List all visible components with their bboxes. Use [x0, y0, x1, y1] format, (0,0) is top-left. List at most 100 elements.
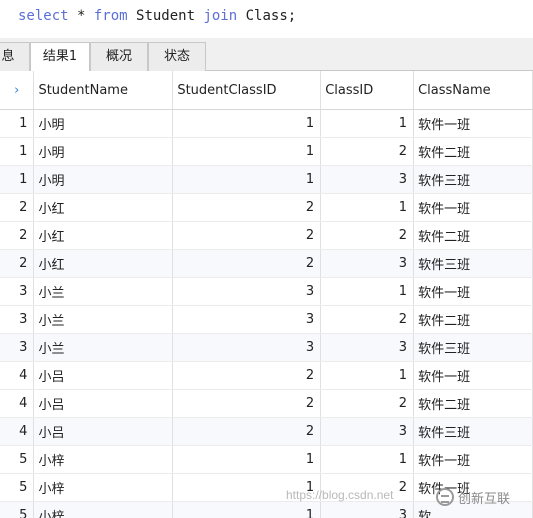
- tab-result-1[interactable]: 结果1: [30, 42, 90, 72]
- cell-classid[interactable]: 3: [320, 165, 415, 194]
- cell-classname[interactable]: 软件一班: [413, 361, 533, 390]
- tab-info[interactable]: 息: [0, 42, 30, 71]
- cell-classid[interactable]: 3: [320, 501, 415, 518]
- cell-studentclassid[interactable]: 1: [172, 445, 322, 474]
- cell-id[interactable]: 1: [0, 109, 35, 138]
- table-row[interactable]: 4 小吕 2 2 软件二班: [0, 389, 533, 418]
- cell-studentname[interactable]: 小明: [33, 137, 174, 166]
- table-row[interactable]: 1 小明 1 2 软件二班: [0, 137, 533, 166]
- table-row[interactable]: 3 小兰 3 3 软件三班: [0, 333, 533, 362]
- cell-classid[interactable]: 2: [320, 221, 415, 250]
- cell-studentclassid[interactable]: 3: [172, 333, 322, 362]
- cell-studentclassid[interactable]: 3: [172, 305, 322, 334]
- cell-studentclassid[interactable]: 2: [172, 417, 322, 446]
- cell-studentclassid[interactable]: 1: [172, 501, 322, 518]
- cell-id[interactable]: 3: [0, 277, 35, 306]
- cell-id[interactable]: 5: [0, 445, 35, 474]
- sort-indicator-icon: ›: [14, 82, 20, 98]
- cell-classname[interactable]: 软件一班: [413, 193, 533, 222]
- table-row[interactable]: 1 小明 1 3 软件三班: [0, 165, 533, 194]
- cell-classid[interactable]: 3: [320, 333, 415, 362]
- query-table-student: Student: [127, 8, 204, 24]
- cell-studentname[interactable]: 小梓: [33, 473, 174, 502]
- sql-query-editor[interactable]: select * from Student join Class;: [0, 0, 533, 38]
- cell-id[interactable]: 1: [0, 137, 35, 166]
- cell-classid[interactable]: 3: [320, 417, 415, 446]
- cell-classname[interactable]: 软件三班: [413, 333, 533, 362]
- header-row: › StudentName StudentClassID ClassID Cla…: [0, 71, 533, 110]
- cell-classid[interactable]: 1: [320, 445, 415, 474]
- cell-classid[interactable]: 1: [320, 277, 415, 306]
- cell-classname[interactable]: 软件一班: [413, 109, 533, 138]
- cell-classid[interactable]: 1: [320, 361, 415, 390]
- cell-classid[interactable]: 1: [320, 193, 415, 222]
- tab-status[interactable]: 状态: [148, 42, 206, 71]
- cell-studentname[interactable]: 小兰: [33, 333, 174, 362]
- cell-id[interactable]: 2: [0, 193, 35, 222]
- cell-id[interactable]: 4: [0, 417, 35, 446]
- cell-id[interactable]: 3: [0, 305, 35, 334]
- table-row[interactable]: 2 小红 2 2 软件二班: [0, 221, 533, 250]
- cell-studentname[interactable]: 小梓: [33, 501, 174, 518]
- result-grid[interactable]: › StudentName StudentClassID ClassID Cla…: [0, 71, 533, 518]
- cell-studentname[interactable]: 小吕: [33, 417, 174, 446]
- cell-classid[interactable]: 2: [320, 137, 415, 166]
- cell-studentclassid[interactable]: 2: [172, 221, 322, 250]
- cell-id[interactable]: 2: [0, 249, 35, 278]
- cell-classname[interactable]: 软件一班: [413, 277, 533, 306]
- cell-id[interactable]: 2: [0, 221, 35, 250]
- header-studentname[interactable]: StudentName: [33, 71, 174, 110]
- cell-studentclassid[interactable]: 3: [172, 277, 322, 306]
- header-studentclassid[interactable]: StudentClassID: [172, 71, 322, 110]
- cell-classname[interactable]: 软件二班: [413, 389, 533, 418]
- cell-id[interactable]: 4: [0, 361, 35, 390]
- table-row[interactable]: 5 小梓 1 1 软件一班: [0, 445, 533, 474]
- header-classid[interactable]: ClassID: [320, 71, 415, 110]
- cell-classname[interactable]: 软件二班: [413, 305, 533, 334]
- table-row[interactable]: 2 小红 2 3 软件三班: [0, 249, 533, 278]
- table-row[interactable]: 3 小兰 3 2 软件二班: [0, 305, 533, 334]
- cell-studentname[interactable]: 小兰: [33, 305, 174, 334]
- cell-studentname[interactable]: 小明: [33, 165, 174, 194]
- cell-studentclassid[interactable]: 2: [172, 193, 322, 222]
- cell-studentclassid[interactable]: 2: [172, 389, 322, 418]
- cell-studentclassid[interactable]: 2: [172, 249, 322, 278]
- cell-studentname[interactable]: 小兰: [33, 277, 174, 306]
- table-row[interactable]: 2 小红 2 1 软件一班: [0, 193, 533, 222]
- cell-studentclassid[interactable]: 1: [172, 109, 322, 138]
- cell-classid[interactable]: 2: [320, 389, 415, 418]
- cell-studentname[interactable]: 小吕: [33, 389, 174, 418]
- cell-studentname[interactable]: 小红: [33, 193, 174, 222]
- table-row[interactable]: 3 小兰 3 1 软件一班: [0, 277, 533, 306]
- header-id-col[interactable]: ›: [0, 71, 35, 110]
- cell-studentname[interactable]: 小红: [33, 249, 174, 278]
- cell-classname[interactable]: 软件三班: [413, 165, 533, 194]
- cell-classid[interactable]: 3: [320, 249, 415, 278]
- cell-id[interactable]: 3: [0, 333, 35, 362]
- table-row[interactable]: 1 小明 1 1 软件一班: [0, 109, 533, 138]
- cell-classid[interactable]: 2: [320, 305, 415, 334]
- cell-studentname[interactable]: 小明: [33, 109, 174, 138]
- cell-studentclassid[interactable]: 2: [172, 361, 322, 390]
- cell-id[interactable]: 4: [0, 389, 35, 418]
- cell-classname[interactable]: 软件一班: [413, 445, 533, 474]
- cell-id[interactable]: 5: [0, 473, 35, 502]
- cell-classname[interactable]: 软件三班: [413, 249, 533, 278]
- tab-overview[interactable]: 概况: [90, 42, 148, 71]
- cell-classid[interactable]: 1: [320, 109, 415, 138]
- cell-id[interactable]: 5: [0, 501, 35, 518]
- header-classname[interactable]: ClassName: [413, 71, 533, 110]
- cell-studentclassid[interactable]: 1: [172, 137, 322, 166]
- cell-studentname[interactable]: 小梓: [33, 445, 174, 474]
- keyword-select: select: [18, 8, 69, 24]
- cell-studentname[interactable]: 小吕: [33, 361, 174, 390]
- result-table: › StudentName StudentClassID ClassID Cla…: [0, 71, 533, 518]
- cell-id[interactable]: 1: [0, 165, 35, 194]
- cell-classname[interactable]: 软件二班: [413, 221, 533, 250]
- table-row[interactable]: 4 小吕 2 3 软件三班: [0, 417, 533, 446]
- cell-studentname[interactable]: 小红: [33, 221, 174, 250]
- cell-classname[interactable]: 软件二班: [413, 137, 533, 166]
- table-row[interactable]: 4 小吕 2 1 软件一班: [0, 361, 533, 390]
- cell-studentclassid[interactable]: 1: [172, 165, 322, 194]
- cell-classname[interactable]: 软件三班: [413, 417, 533, 446]
